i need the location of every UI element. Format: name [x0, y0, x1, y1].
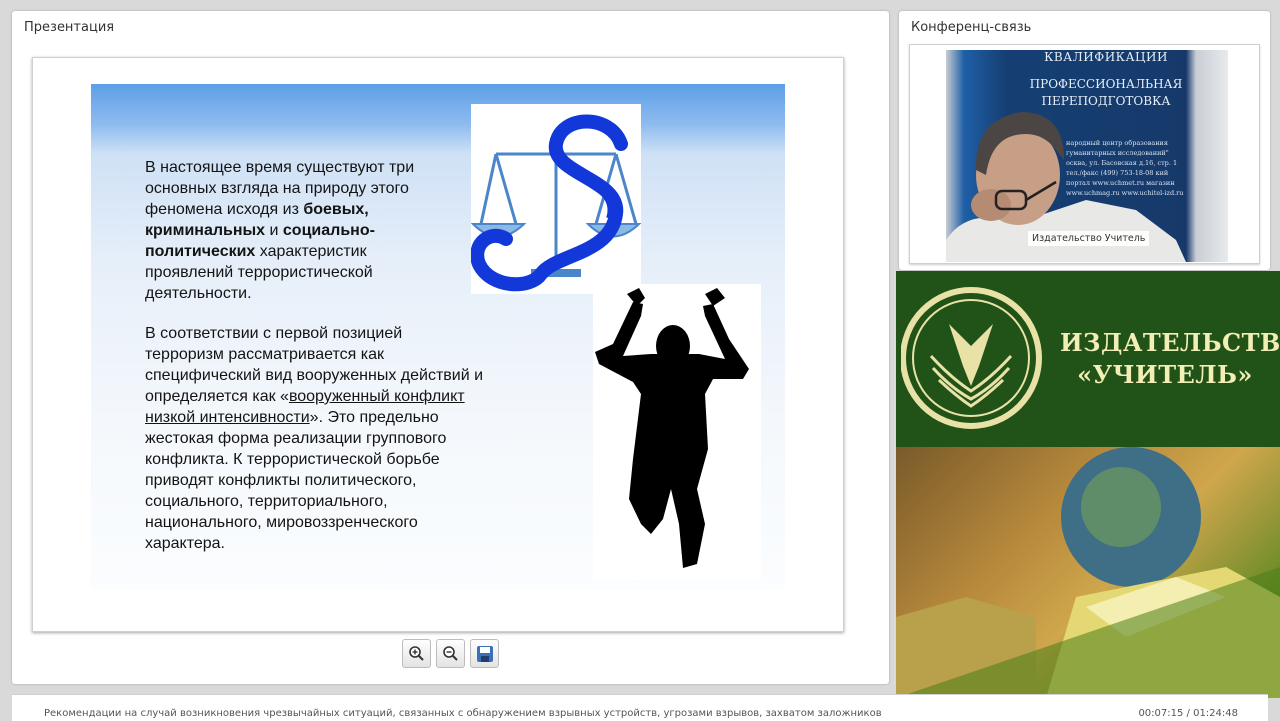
bottom-bar: Рекомендации на случай возникновения чре… [12, 694, 1268, 721]
presentation-panel-title: Презентация [24, 20, 115, 35]
playback-time: 00:07:15 / 01:24:48 [1138, 708, 1238, 719]
presentation-panel: Презентация В настоящее время существуют… [12, 11, 889, 684]
zoom-out-button[interactable] [436, 639, 465, 668]
slide-paragraph-2: В соответствии с первой позицией террори… [145, 325, 484, 552]
video-caption: Издательство Учитель [1028, 231, 1150, 246]
video-frame: КВАЛИФИКАЦИИ ПРОФЕССИОНАЛЬНАЯ ПЕРЕПОДГОТ… [909, 44, 1260, 264]
save-icon [476, 645, 493, 662]
books-globe-image [896, 447, 1280, 698]
publisher-banner: ИЗДАТЕЛЬСТВО «УЧИТЕЛЬ» [896, 271, 1280, 447]
publisher-name: ИЗДАТЕЛЬСТВО «УЧИТЕЛЬ» [1060, 328, 1280, 389]
zoom-in-button[interactable] [402, 639, 431, 668]
publisher-logo [901, 287, 1042, 429]
slide: В настоящее время существуют три основны… [91, 84, 785, 590]
presentation-toolbar [402, 639, 499, 669]
law-scales-image [470, 104, 642, 294]
save-button[interactable] [470, 639, 499, 668]
conference-panel-title: Конференц-связь [911, 20, 1032, 35]
zoom-out-icon [443, 646, 458, 661]
zoom-in-icon [409, 646, 424, 661]
slide-paragraph-1: В настоящее время существуют три основны… [145, 159, 415, 302]
slide-frame: В настоящее время существуют три основны… [32, 57, 844, 632]
conference-panel: Конференц-связь КВАЛИФИКАЦИИ ПРОФЕССИОНА… [899, 11, 1270, 270]
jumping-person-silhouette [593, 284, 761, 580]
lecture-title: Рекомендации на случай возникновения чре… [44, 708, 882, 719]
